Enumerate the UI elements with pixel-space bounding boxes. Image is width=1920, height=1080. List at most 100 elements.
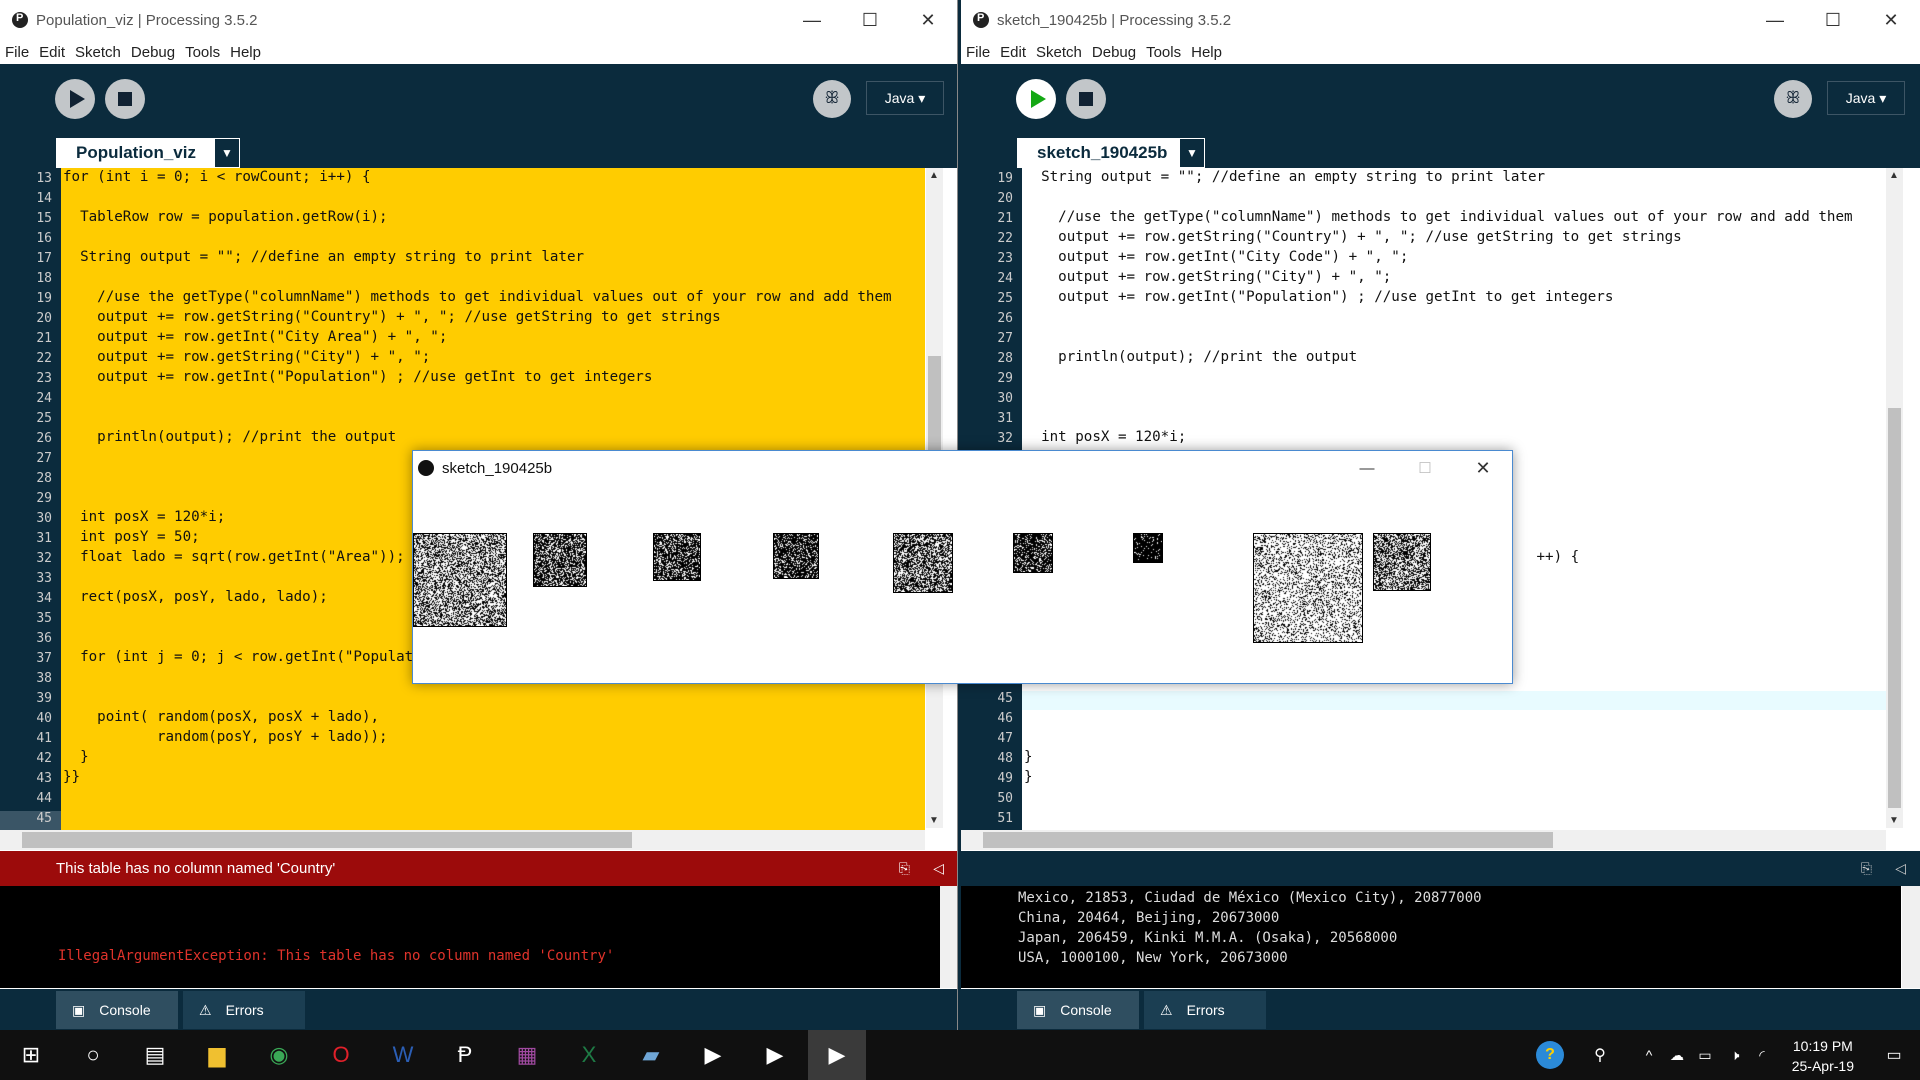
scroll-up-icon[interactable]: ▲ <box>1889 170 1899 181</box>
code-line[interactable]: output += row.getInt("City Code") + ", "… <box>1024 249 1408 265</box>
scroll-thumb[interactable] <box>983 832 1553 848</box>
onedrive-icon[interactable]: ☁ <box>1662 1030 1692 1080</box>
scroll-thumb[interactable] <box>1888 408 1901 808</box>
menu-tools[interactable]: Tools <box>1146 44 1181 61</box>
menu-file[interactable]: File <box>5 44 29 61</box>
code-line[interactable]: TableRow row = population.getRow(i); <box>63 209 388 225</box>
code-line[interactable]: } <box>1024 769 1033 785</box>
code-line[interactable]: }} <box>63 769 80 785</box>
menu-file[interactable]: File <box>966 44 990 61</box>
word-icon[interactable]: W <box>374 1030 432 1080</box>
tab-menu-arrow[interactable]: ▼ <box>214 138 240 168</box>
code-line[interactable]: //use the getType("columnName") methods … <box>63 289 892 305</box>
code-line[interactable]: for (int i = 0; i < rowCount; i++) { <box>63 169 371 185</box>
processing-run-icon[interactable]: ▶ <box>684 1030 742 1080</box>
code-line[interactable]: println(output); //print the output <box>1024 349 1357 365</box>
code-line[interactable]: rect(posX, posY, lado, lado); <box>63 589 328 605</box>
stop-button[interactable] <box>105 79 145 119</box>
code-line[interactable]: output += row.getString("Country") + ", … <box>1024 229 1682 245</box>
mode-selector[interactable]: Java ▾ <box>866 81 944 115</box>
windows-icon[interactable]: ⊞ <box>2 1030 60 1080</box>
run-button[interactable] <box>1016 79 1056 119</box>
volume-icon[interactable]: 🕨 <box>1720 1030 1750 1080</box>
code-line[interactable]: int posX = 120*i; <box>1024 429 1186 445</box>
winrar-icon[interactable]: ▦ <box>498 1030 556 1080</box>
tab-sketch-190425b[interactable]: sketch_190425b <box>1017 138 1187 168</box>
clock[interactable]: 10:19 PM 25-Apr-19 <box>1792 1036 1854 1076</box>
menu-edit[interactable]: Edit <box>1000 44 1026 61</box>
processing-icon[interactable]: Ᵽ <box>436 1030 494 1080</box>
code-line[interactable]: } <box>1024 749 1033 765</box>
tab-errors[interactable]: ⚠ Errors <box>1144 991 1266 1029</box>
menu-sketch[interactable]: Sketch <box>75 44 121 61</box>
code-line[interactable]: String output = ""; //define an empty st… <box>63 249 584 265</box>
notification-icon[interactable]: ▭ <box>1868 1030 1920 1080</box>
task-view-icon[interactable]: ▤ <box>126 1030 184 1080</box>
processing-run-icon[interactable]: ▶ <box>808 1030 866 1080</box>
code-line[interactable]: output += row.getString("City") + ", "; <box>1024 269 1391 285</box>
stop-button[interactable] <box>1066 79 1106 119</box>
code-line[interactable]: float lado = sqrt(row.getInt("Area")); <box>63 549 405 565</box>
tab-console[interactable]: ▣ Console <box>56 991 178 1029</box>
chrome-icon[interactable]: ◉ <box>250 1030 308 1080</box>
minimize-icon[interactable]: — <box>1338 451 1396 485</box>
console-scrollbar[interactable] <box>940 886 958 988</box>
notepad-icon[interactable]: ▰ <box>622 1030 680 1080</box>
battery-icon[interactable]: ▭ <box>1690 1030 1720 1080</box>
code-line[interactable]: output += row.getString("City") + ", "; <box>63 349 430 365</box>
vertical-scrollbar[interactable]: ▲ ▼ <box>1886 168 1903 828</box>
tab-errors[interactable]: ⚠ Errors <box>183 991 305 1029</box>
code-line[interactable]: String output = ""; //define an empty st… <box>1024 169 1545 185</box>
code-line[interactable]: output += row.getInt("Population") ; //u… <box>1024 289 1613 305</box>
scroll-down-icon[interactable]: ▼ <box>929 815 939 826</box>
code-line[interactable]: println(output); //print the output <box>63 429 396 445</box>
code-line[interactable]: int posY = 50; <box>63 529 200 545</box>
menu-debug[interactable]: Debug <box>1092 44 1136 61</box>
horizontal-scrollbar[interactable] <box>0 830 925 850</box>
scroll-down-icon[interactable]: ▼ <box>1889 815 1899 826</box>
close-icon[interactable]: ✕ <box>1862 0 1920 40</box>
menu-help[interactable]: Help <box>230 44 261 61</box>
debugger-button[interactable]: ꕥ <box>813 80 851 118</box>
code-line[interactable]: output += row.getString("Country") + ", … <box>63 309 721 325</box>
tab-console[interactable]: ▣ Console <box>1017 991 1139 1029</box>
collapse-icon[interactable]: ◁ <box>933 860 944 877</box>
maximize-icon[interactable]: ☐ <box>841 0 899 40</box>
sketch-output-window[interactable]: sketch_190425b — ☐ ✕ <box>412 450 1513 684</box>
menu-tools[interactable]: Tools <box>185 44 220 61</box>
scroll-up-icon[interactable]: ▲ <box>929 170 939 181</box>
scroll-thumb[interactable] <box>22 832 632 848</box>
copy-icon[interactable]: ⎘ <box>899 860 910 877</box>
code-line[interactable]: } <box>63 749 89 765</box>
chevron-up-icon[interactable]: ^ <box>1634 1030 1664 1080</box>
menu-help[interactable]: Help <box>1191 44 1222 61</box>
code-line[interactable]: random(posY, posY + lado)); <box>63 729 388 745</box>
help-icon[interactable]: ? <box>1530 1030 1570 1080</box>
minimize-icon[interactable]: — <box>783 0 841 40</box>
code-line[interactable]: point( random(posX, posX + lado), <box>63 709 379 725</box>
close-icon[interactable]: ✕ <box>899 0 957 40</box>
collapse-icon[interactable]: ◁ <box>1895 860 1906 877</box>
cortana-icon[interactable]: ○ <box>64 1030 122 1080</box>
processing-run-icon[interactable]: ▶ <box>746 1030 804 1080</box>
maximize-icon[interactable]: ☐ <box>1804 0 1862 40</box>
minimize-icon[interactable]: — <box>1746 0 1804 40</box>
console-scrollbar[interactable] <box>1902 886 1920 988</box>
excel-icon[interactable]: X <box>560 1030 618 1080</box>
tab-population-viz[interactable]: Population_viz <box>56 138 216 168</box>
run-button[interactable] <box>55 79 95 119</box>
people-icon[interactable]: ⚲ <box>1580 1030 1620 1080</box>
code-line[interactable]: output += row.getInt("Population") ; //u… <box>63 369 652 385</box>
code-line[interactable]: int posX = 120*i; <box>63 509 225 525</box>
copy-icon[interactable]: ⎘ <box>1861 860 1872 877</box>
debugger-button[interactable]: ꕥ <box>1774 80 1812 118</box>
horizontal-scrollbar[interactable] <box>961 830 1886 850</box>
menu-edit[interactable]: Edit <box>39 44 65 61</box>
mode-selector[interactable]: Java ▾ <box>1827 81 1905 115</box>
opera-icon[interactable]: O <box>312 1030 370 1080</box>
menu-sketch[interactable]: Sketch <box>1036 44 1082 61</box>
menu-debug[interactable]: Debug <box>131 44 175 61</box>
file-explorer-icon[interactable]: ▆ <box>188 1030 246 1080</box>
code-line[interactable]: //use the getType("columnName") methods … <box>1024 209 1853 225</box>
tab-menu-arrow[interactable]: ▼ <box>1179 138 1205 168</box>
